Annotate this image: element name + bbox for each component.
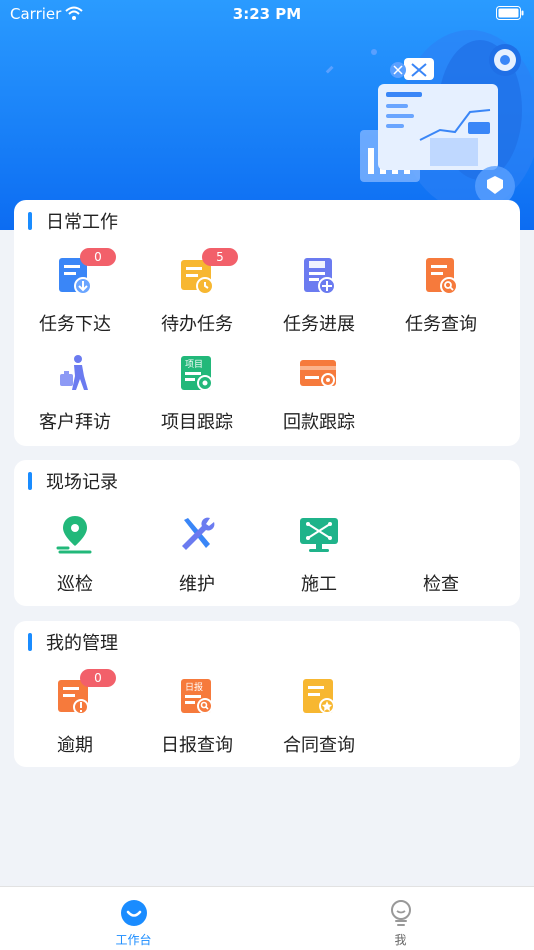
customer-visit-icon [54,352,96,394]
contract-query-icon [298,675,340,717]
todo-task-icon: 5 [176,248,238,296]
badge: 0 [80,248,116,266]
status-bar: Carrier 3:23 PM [0,0,534,30]
item-label: 项目跟踪 [161,412,233,433]
contract-query-button[interactable]: 合同查询 [258,671,380,761]
icon-text: 项目 [185,359,203,370]
item-label: 任务下达 [39,314,111,335]
task-assign-icon: 0 [54,248,116,296]
location-pin-icon [54,514,96,556]
tab-me[interactable]: 我 [267,887,534,950]
payment-tracking-icon [298,352,340,394]
task-progress-button[interactable]: 任务进展 [258,250,380,340]
item-label: 回款跟踪 [283,412,355,433]
payment-tracking-button[interactable]: 回款跟踪 [258,348,380,438]
task-query-icon [420,254,462,296]
title-accent-bar [28,472,32,490]
section-title-text: 我的管理 [46,633,118,654]
banner-illustration [325,30,534,210]
item-label: 客户拜访 [39,412,111,433]
check-placeholder-icon [420,514,462,556]
item-label: 巡检 [57,574,93,595]
item-label: 维护 [179,574,215,595]
hero-banner [0,0,534,230]
daily-report-icon: 日报 [176,675,218,717]
customer-visit-button[interactable]: 客户拜访 [14,348,136,438]
project-tracking-icon: 项目 [176,352,218,394]
task-assign-button[interactable]: 0 任务下达 [14,248,136,340]
item-label: 日报查询 [161,735,233,756]
section-my-management: 我的管理 0 逾期 日报 日报查询 合同查询 [14,621,520,767]
item-label: 施工 [301,574,337,595]
title-accent-bar [28,212,32,230]
item-label: 合同查询 [283,735,355,756]
task-query-button[interactable]: 任务查询 [380,250,502,340]
check-button[interactable]: 检查 [380,510,502,600]
clock: 3:23 PM [232,5,302,23]
title-accent-bar [28,633,32,651]
item-label: 任务查询 [405,314,477,335]
item-label: 任务进展 [283,314,355,335]
tab-workbench[interactable]: 工作台 [0,887,267,950]
section-title: 日常工作 [28,210,118,233]
todo-task-button[interactable]: 5 待办任务 [136,248,258,340]
tab-label: 工作台 [115,933,152,947]
tab-bar: 工作台 我 [0,886,534,950]
project-tracking-button[interactable]: 项目 项目跟踪 [136,348,258,438]
item-label: 检查 [423,574,459,595]
construction-monitor-icon [298,514,340,556]
battery-icon [496,6,524,24]
overdue-icon: 0 [54,669,116,717]
badge: 5 [202,248,238,266]
badge: 0 [80,669,116,687]
item-label: 逾期 [57,735,93,756]
task-progress-icon [298,254,340,296]
profile-icon [390,900,411,926]
overdue-button[interactable]: 0 逾期 [14,669,136,761]
construction-button[interactable]: 施工 [258,510,380,600]
section-title: 现场记录 [28,470,118,493]
section-daily-work: 日常工作 0 任务下达 5 待办任务 任务进展 任务查询 客户拜访 项目 项目跟… [14,200,520,446]
section-title-text: 日常工作 [46,212,118,233]
tab-label: 我 [394,933,407,947]
patrol-inspection-button[interactable]: 巡检 [14,510,136,600]
tools-icon [176,514,218,556]
section-title: 我的管理 [28,631,118,654]
maintenance-button[interactable]: 维护 [136,510,258,600]
daily-report-query-button[interactable]: 日报 日报查询 [136,671,258,761]
icon-text: 日报 [185,681,203,693]
workbench-icon [120,900,147,926]
section-field-record: 现场记录 巡检 维护 施工 检查 [14,460,520,606]
section-title-text: 现场记录 [46,472,118,493]
item-label: 待办任务 [161,314,233,335]
